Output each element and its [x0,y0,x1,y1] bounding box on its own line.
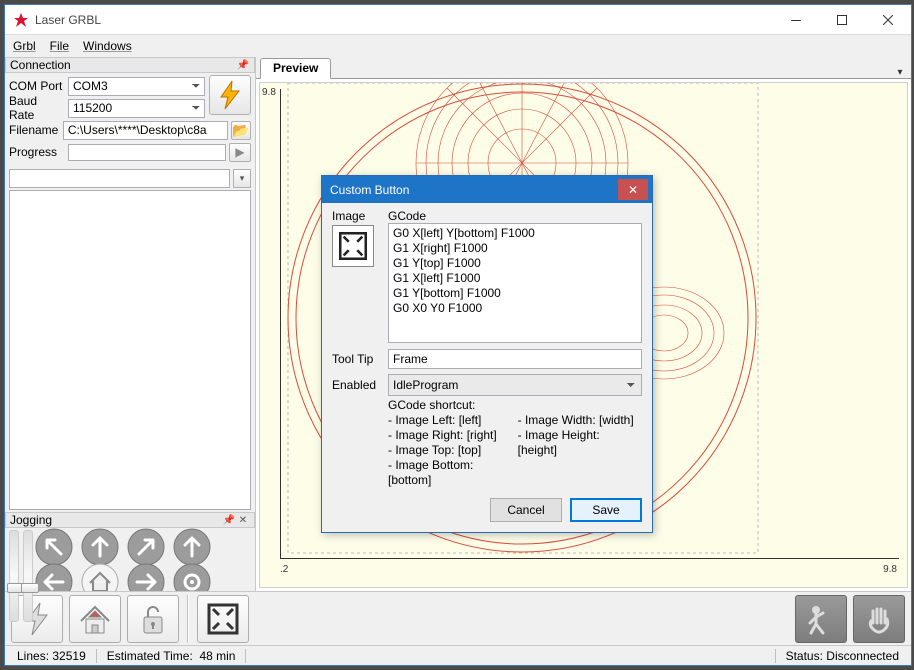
jog-step-slider[interactable] [9,530,19,622]
tab-dropdown-icon[interactable]: ▾ [895,67,911,78]
app-icon [13,12,29,28]
connection-title: Connection [10,58,236,72]
dialog-titlebar[interactable]: Custom Button ✕ [322,176,652,203]
gcode-header: GCode [388,209,642,223]
progress-label: Progress [9,145,65,159]
frame-button[interactable] [197,595,249,643]
window-title: Laser GRBL [35,13,101,27]
home-button[interactable] [69,595,121,643]
console-output[interactable] [9,190,251,510]
connect-button[interactable] [209,75,251,115]
title-bar: Laser GRBL [5,5,911,35]
bottom-toolbar [5,591,911,645]
hold-button[interactable] [853,595,905,643]
chevron-down-icon: ▾ [240,173,245,184]
frame-icon [336,229,370,263]
x-axis-tick-high: 9.8 [883,564,897,575]
baud-select[interactable]: 115200 [68,99,205,118]
unlock-button[interactable] [127,595,179,643]
comport-select[interactable]: COM3 [68,77,205,96]
eta-value: 48 min [199,649,235,663]
dialog-close-button[interactable]: ✕ [618,179,648,200]
menu-grbl[interactable]: Grbl [13,39,36,53]
preview-tabstrip: Preview ▾ [256,57,911,79]
conn-status-value: Disconnected [826,649,899,663]
save-button[interactable]: Save [570,498,642,522]
tooltip-label: Tool Tip [332,352,388,366]
eta-label: Estimated Time: [107,649,193,663]
panel-close-icon[interactable]: ✕ [236,515,250,526]
conn-status-label: Status: [786,649,823,663]
custom-button-dialog: Custom Button ✕ Image GCode Tool Tip [321,175,653,533]
run-button[interactable]: ▶ [229,143,251,162]
close-icon: ✕ [628,183,638,197]
command-history-button[interactable]: ▾ [233,169,251,188]
image-header: Image [332,209,388,223]
enabled-select[interactable]: IdleProgram [388,374,642,396]
menu-bar: Grbl File Windows [5,35,911,57]
tooltip-field[interactable] [388,349,642,369]
jog-speed-slider[interactable] [23,530,33,622]
enabled-label: Enabled [332,378,388,392]
dialog-title: Custom Button [330,183,409,197]
shortcut-header: GCode shortcut: [388,398,642,413]
shortcut-help: GCode shortcut: - Image Left: [left] - I… [388,398,642,488]
folder-icon: 📂 [232,123,249,137]
filename-field[interactable] [63,121,228,140]
menu-file[interactable]: File [50,39,69,53]
app-window: Laser GRBL Grbl File Windows Connection … [4,4,912,666]
lines-label: Lines: [17,649,49,663]
minimize-button[interactable] [773,5,819,35]
command-input[interactable] [9,169,230,188]
comport-label: COM Port [9,79,65,93]
pin-icon[interactable]: 📌 [236,60,250,71]
lines-value: 32519 [52,649,85,663]
pin-icon[interactable]: 📌 [222,515,236,526]
tab-preview[interactable]: Preview [260,58,331,79]
browse-button[interactable]: 📂 [231,121,251,140]
button-image-picker[interactable] [332,225,374,267]
status-bar: Lines: 32519 Estimated Time: 48 min Stat… [5,645,911,665]
cancel-button[interactable]: Cancel [490,498,562,522]
close-button[interactable] [865,5,911,35]
y-axis-tick: 9.8 [262,87,276,98]
baud-label: Baud Rate [9,94,65,122]
menu-windows[interactable]: Windows [83,39,132,53]
gcode-textarea[interactable] [388,223,642,343]
resume-button[interactable] [795,595,847,643]
y-axis-ruler [280,89,281,559]
maximize-button[interactable] [819,5,865,35]
progress-bar [68,144,226,161]
play-icon: ▶ [235,145,244,159]
connection-panel-header: Connection 📌 [5,57,255,73]
filename-label: Filename [9,123,60,137]
jogging-title: Jogging [10,513,222,527]
